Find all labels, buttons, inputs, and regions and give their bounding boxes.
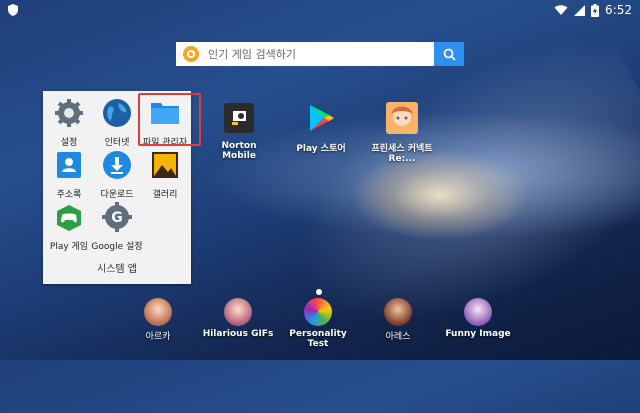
play-store-icon xyxy=(310,105,334,131)
folder-app-internet[interactable]: 인터넷 xyxy=(91,97,143,148)
app-center-logo-icon xyxy=(183,46,199,62)
signal-icon xyxy=(574,4,586,16)
search-input[interactable]: 인기 게임 검색하기 xyxy=(208,46,434,62)
ares-icon xyxy=(384,298,412,326)
norton-icon xyxy=(224,103,254,133)
desktop-app-label: 프린세스 커넥트 Re:... xyxy=(371,144,433,164)
search-bar[interactable]: 인기 게임 검색하기 xyxy=(176,42,464,66)
status-bar: 6:52 xyxy=(0,0,640,20)
globe-icon xyxy=(103,99,131,127)
dock-app-ares[interactable]: 아레스 xyxy=(358,298,438,342)
folder-app-play-games[interactable]: Play 게임 xyxy=(43,201,95,252)
page-indicator-dot xyxy=(316,289,322,295)
folder-app-label: 갤러리 xyxy=(152,190,178,200)
folder-app-label: 다운로드 xyxy=(100,190,134,200)
desktop-app-norton-mobile[interactable]: Norton Mobile xyxy=(208,102,270,161)
contacts-icon xyxy=(57,152,81,178)
desktop-app-play-store[interactable]: Play 스토어 xyxy=(290,102,352,154)
personality-test-icon xyxy=(304,298,332,326)
desktop-app-princess-connect[interactable]: 프린세스 커넥트 Re:... xyxy=(360,102,444,164)
battery-icon xyxy=(591,3,600,17)
dock-app-label: 아레스 xyxy=(385,332,411,342)
folder-app-label: Play 게임 xyxy=(49,242,89,252)
gallery-icon xyxy=(152,152,178,178)
settings-gear-icon xyxy=(55,99,83,127)
folder-app-contacts[interactable]: 주소록 xyxy=(43,149,95,200)
google-settings-icon: G xyxy=(102,202,132,232)
dock-app-label: Personality Test xyxy=(289,329,347,349)
search-icon xyxy=(443,48,456,61)
dock-app-label: 아르카 xyxy=(145,332,171,342)
dock-app-funny-image[interactable]: Funny Image xyxy=(438,298,518,339)
folder-app-downloads[interactable]: 다운로드 xyxy=(91,149,143,200)
clock: 6:52 xyxy=(605,3,632,17)
funny-image-icon xyxy=(464,298,492,326)
wifi-icon xyxy=(554,5,568,15)
dock-app-label: Funny Image xyxy=(445,329,511,339)
download-icon xyxy=(103,151,131,179)
desktop-app-label: Play 스토어 xyxy=(296,144,346,154)
folder-app-gallery[interactable]: 갤러리 xyxy=(139,149,191,200)
folder-app-label: 인터넷 xyxy=(104,138,130,148)
dock-app-arca[interactable]: 아르카 xyxy=(118,298,198,342)
folder-title: 시스템 앱 xyxy=(97,264,137,275)
folder-app-label: 주소록 xyxy=(56,190,82,200)
gamepad-icon xyxy=(57,205,81,231)
shield-icon xyxy=(8,4,18,16)
selection-highlight xyxy=(138,93,201,146)
status-icons: 6:52 xyxy=(554,1,632,19)
arca-icon xyxy=(144,298,172,326)
search-button[interactable] xyxy=(434,42,464,66)
princess-connect-icon xyxy=(386,102,418,134)
svg-text:G: G xyxy=(111,210,123,226)
folder-app-label: Google 설정 xyxy=(91,242,143,252)
dock-app-label: Hilarious GIFs xyxy=(202,329,274,339)
desktop-app-label: Norton Mobile xyxy=(221,141,257,161)
folder-app-label: 설정 xyxy=(60,138,78,148)
folder-app-google-settings[interactable]: G Google 설정 xyxy=(91,201,143,252)
folder-app-settings[interactable]: 설정 xyxy=(43,97,95,148)
hilarious-gifs-icon xyxy=(224,298,252,326)
dock-app-personality-test[interactable]: Personality Test xyxy=(278,298,358,349)
dock-app-hilarious-gifs[interactable]: Hilarious GIFs xyxy=(198,298,278,339)
